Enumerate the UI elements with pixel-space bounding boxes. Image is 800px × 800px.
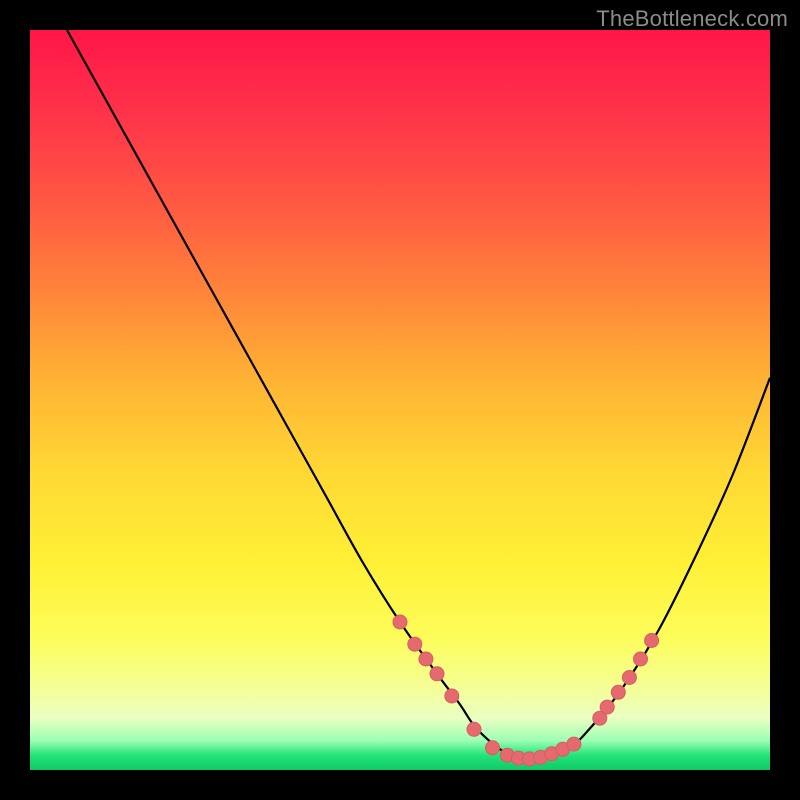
plot-area [30,30,770,770]
curve-marker [622,671,636,685]
curve-marker [430,667,444,681]
curve-marker [611,685,625,699]
curve-marker [486,741,500,755]
curve-marker [567,737,581,751]
curve-marker [467,722,481,736]
curve-marker [408,637,422,651]
curve-marker [419,652,433,666]
curve-marker [634,652,648,666]
curve-marker [445,689,459,703]
curve-layer [30,30,770,770]
curve-markers [393,615,659,766]
curve-marker [600,700,614,714]
chart-frame: TheBottleneck.com [0,0,800,800]
curve-marker [393,615,407,629]
curve-marker [645,634,659,648]
watermark-text: TheBottleneck.com [596,6,788,32]
